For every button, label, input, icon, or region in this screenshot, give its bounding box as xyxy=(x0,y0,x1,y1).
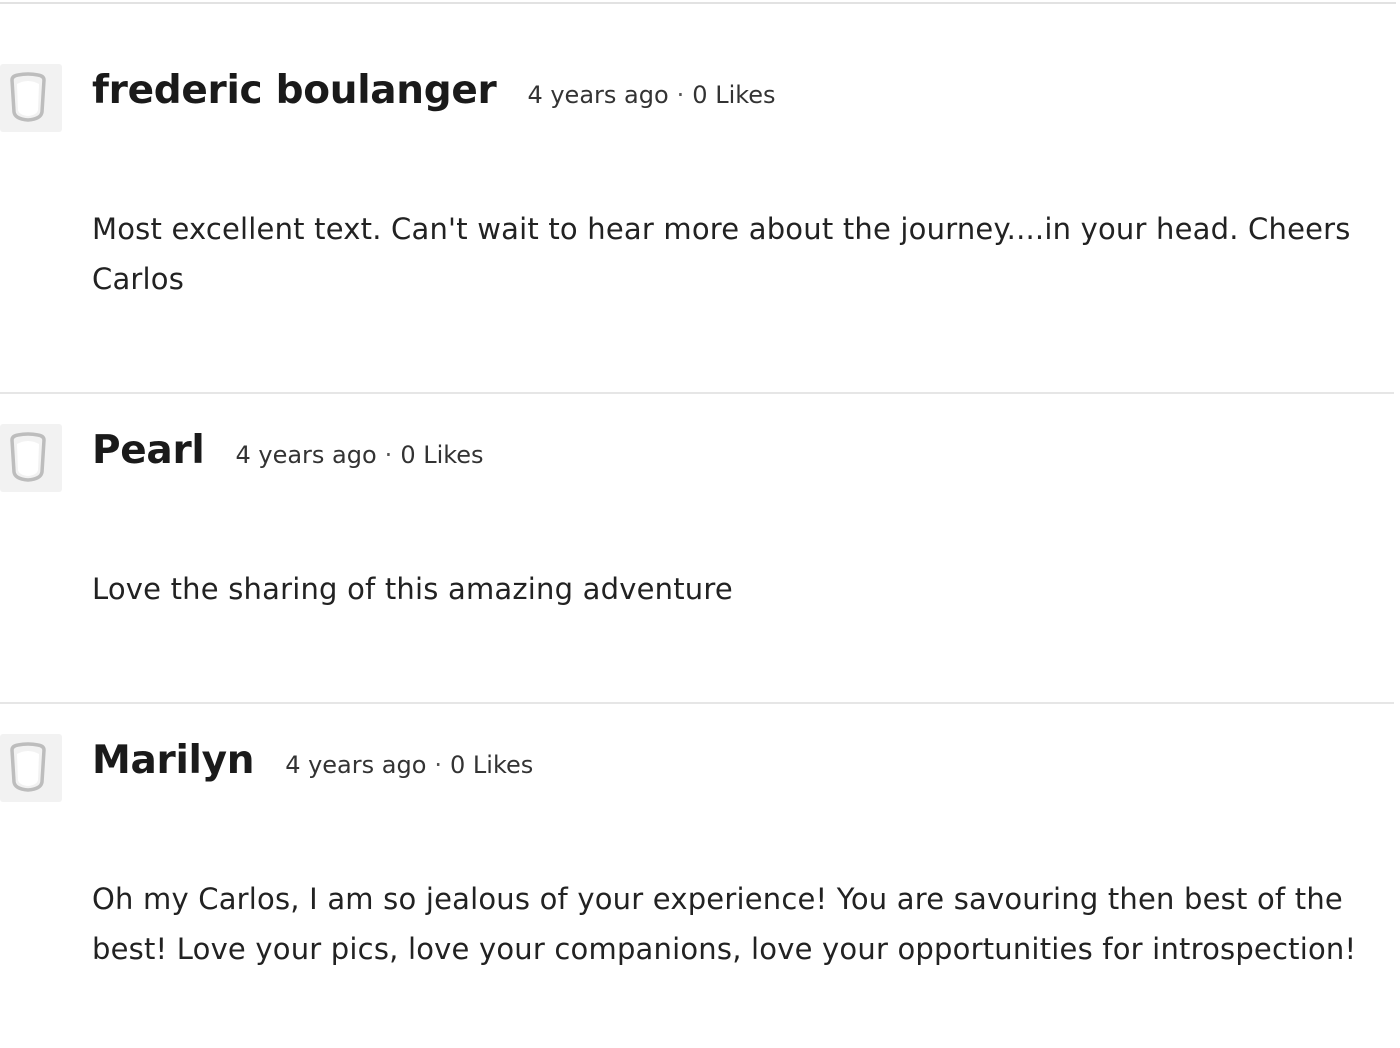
comment-author[interactable]: Pearl xyxy=(92,428,205,473)
comment-text: Love the sharing of this amazing adventu… xyxy=(92,572,733,606)
comment-likes[interactable]: 0 Likes xyxy=(692,81,775,109)
comment-text: Oh my Carlos, I am so jealous of your ex… xyxy=(92,882,1357,966)
default-user-avatar-icon xyxy=(10,742,46,792)
default-user-avatar-icon xyxy=(10,72,46,122)
default-user-avatar-icon xyxy=(10,432,46,482)
comment-likes[interactable]: 0 Likes xyxy=(400,441,483,469)
meta-separator: · xyxy=(676,81,685,109)
comment-meta: 4 years ago · 0 Likes xyxy=(285,751,533,779)
meta-separator: · xyxy=(384,441,393,469)
avatar[interactable] xyxy=(0,424,62,492)
comment-divider xyxy=(0,392,1394,394)
comment-header: Marilyn 4 years ago · 0 Likes xyxy=(92,738,533,783)
comment-time[interactable]: 4 years ago xyxy=(285,751,426,779)
top-divider xyxy=(0,2,1396,4)
avatar[interactable] xyxy=(0,64,62,132)
comment-header: frederic boulanger 4 years ago · 0 Likes xyxy=(92,68,776,113)
comment-text: Most excellent text. Can't wait to hear … xyxy=(92,212,1351,296)
avatar[interactable] xyxy=(0,734,62,802)
comment-author[interactable]: Marilyn xyxy=(92,738,254,783)
comment-meta: 4 years ago · 0 Likes xyxy=(527,81,775,109)
comment-header: Pearl 4 years ago · 0 Likes xyxy=(92,428,484,473)
meta-separator: · xyxy=(434,751,443,779)
comment-likes[interactable]: 0 Likes xyxy=(450,751,533,779)
comment-divider xyxy=(0,702,1394,704)
comment-meta: 4 years ago · 0 Likes xyxy=(235,441,483,469)
comment-time[interactable]: 4 years ago xyxy=(527,81,668,109)
comment-time[interactable]: 4 years ago xyxy=(235,441,376,469)
comment-author[interactable]: frederic boulanger xyxy=(92,68,497,113)
